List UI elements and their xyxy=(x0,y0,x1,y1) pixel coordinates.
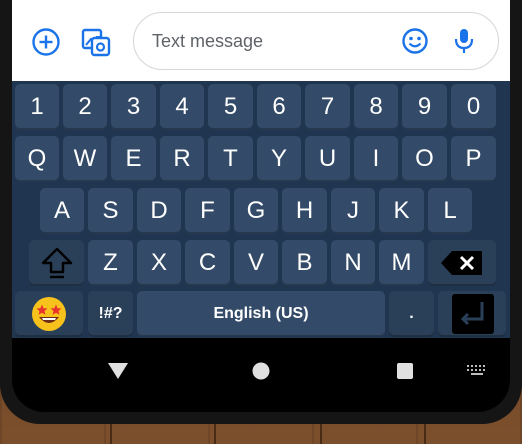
key-9[interactable]: 9 xyxy=(402,84,447,130)
enter-key[interactable] xyxy=(438,291,506,337)
photo-gallery-icon[interactable] xyxy=(80,26,112,58)
on-screen-keyboard: 1 2 3 4 5 6 7 8 9 0 Q W E R T Y U I O P … xyxy=(12,81,510,338)
space-key[interactable]: English (US) xyxy=(137,291,385,337)
key-j[interactable]: J xyxy=(331,188,375,234)
key-h[interactable]: H xyxy=(282,188,327,234)
key-v[interactable]: V xyxy=(234,240,278,286)
key-d[interactable]: D xyxy=(137,188,181,234)
key-o[interactable]: O xyxy=(402,136,447,182)
backspace-icon xyxy=(441,251,482,275)
key-x[interactable]: X xyxy=(137,240,181,286)
letter-row-1: Q W E R T Y U I O P xyxy=(12,136,510,182)
key-s[interactable]: S xyxy=(88,188,133,234)
home-circle-icon[interactable] xyxy=(246,356,276,386)
shift-arrow-icon xyxy=(41,247,72,279)
shift-key[interactable] xyxy=(29,240,84,286)
key-8[interactable]: 8 xyxy=(354,84,398,130)
key-1[interactable]: 1 xyxy=(15,84,59,130)
key-y[interactable]: Y xyxy=(257,136,301,182)
key-w[interactable]: W xyxy=(63,136,107,182)
key-i[interactable]: I xyxy=(354,136,398,182)
phone-frame: 1 2 3 4 5 6 7 8 9 0 Q W E R T Y U I O xyxy=(0,0,522,424)
backspace-key[interactable] xyxy=(428,240,496,286)
text-message-field[interactable] xyxy=(133,12,499,70)
key-a[interactable]: A xyxy=(40,188,84,234)
key-2[interactable]: 2 xyxy=(63,84,107,130)
key-n[interactable]: N xyxy=(331,240,375,286)
emoji-smile-icon[interactable] xyxy=(399,25,431,57)
microphone-icon[interactable] xyxy=(448,25,480,57)
recents-square-icon[interactable] xyxy=(390,356,420,386)
key-k[interactable]: K xyxy=(379,188,424,234)
key-b[interactable]: B xyxy=(282,240,327,286)
phone-screen: 1 2 3 4 5 6 7 8 9 0 Q W E R T Y U I O xyxy=(12,0,510,412)
message-compose-bar xyxy=(12,0,510,81)
symbols-key[interactable]: !#? xyxy=(88,291,133,337)
bottom-key-row: !#? English (US) . xyxy=(12,291,510,337)
number-row: 1 2 3 4 5 6 7 8 9 0 xyxy=(12,84,510,130)
key-p[interactable]: P xyxy=(451,136,496,182)
system-navigation-bar xyxy=(12,338,510,412)
key-l[interactable]: L xyxy=(428,188,472,234)
key-r[interactable]: R xyxy=(160,136,204,182)
keyboard-hide-icon[interactable] xyxy=(462,356,492,386)
key-t[interactable]: T xyxy=(208,136,253,182)
add-circle-icon[interactable] xyxy=(30,26,62,58)
key-m[interactable]: M xyxy=(379,240,424,286)
star-eyes-emoji-icon xyxy=(32,297,66,331)
key-q[interactable]: Q xyxy=(15,136,59,182)
key-4[interactable]: 4 xyxy=(160,84,204,130)
key-z[interactable]: Z xyxy=(88,240,133,286)
key-u[interactable]: U xyxy=(305,136,350,182)
letter-row-3: Z X C V B N M xyxy=(12,240,510,286)
back-triangle-icon[interactable] xyxy=(103,356,133,386)
key-3[interactable]: 3 xyxy=(111,84,156,130)
key-7[interactable]: 7 xyxy=(305,84,350,130)
key-0[interactable]: 0 xyxy=(451,84,496,130)
key-g[interactable]: G xyxy=(234,188,278,234)
key-f[interactable]: F xyxy=(185,188,230,234)
key-6[interactable]: 6 xyxy=(257,84,301,130)
emoji-key[interactable] xyxy=(15,291,83,337)
letter-row-2: A S D F G H J K L xyxy=(12,188,510,234)
key-e[interactable]: E xyxy=(111,136,156,182)
enter-return-icon xyxy=(452,294,494,334)
message-input[interactable] xyxy=(152,30,382,52)
key-5[interactable]: 5 xyxy=(208,84,253,130)
period-key[interactable]: . xyxy=(389,291,434,337)
key-c[interactable]: C xyxy=(185,240,230,286)
